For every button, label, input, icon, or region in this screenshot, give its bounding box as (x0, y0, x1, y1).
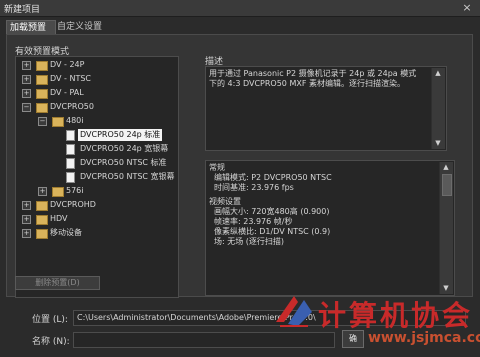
expand-icon[interactable]: + (22, 201, 31, 210)
scroll-up-icon[interactable]: ▲ (433, 69, 443, 78)
settings-summary-box: 常规 编辑模式: P2 DVCPRO50 NTSC 时间基准: 23.976 f… (205, 160, 455, 296)
preset-item[interactable]: DVCPRO50 24p 宽银幕 (66, 143, 176, 155)
location-label: 位置 (L): (32, 315, 68, 325)
preset-file-icon (66, 130, 75, 141)
expand-icon[interactable]: + (22, 89, 31, 98)
tree-item-dvpal[interactable]: + DV - PAL (22, 87, 162, 99)
timebase-text: 时间基准: 23.976 fps (214, 183, 294, 192)
preset-file-icon (66, 144, 75, 155)
collapse-icon[interactable]: − (22, 103, 31, 112)
tree-item-dvcpro50[interactable]: − DVCPRO50 (22, 101, 162, 113)
video-settings-heading: 视频设置 (209, 197, 241, 206)
folder-icon (36, 201, 48, 211)
preset-item[interactable]: DVCPRO50 NTSC 标准 (66, 157, 176, 169)
expand-icon[interactable]: + (22, 61, 31, 70)
watermark-text: 计算机协会 (318, 299, 474, 332)
frame-size-text: 画幅大小: 720宽480高 (0.900) (214, 207, 330, 216)
window-title: 新建项目 (4, 5, 41, 15)
tree-item-label: 移动设备 (50, 228, 82, 237)
tree-item-hdv[interactable]: + HDV (22, 213, 162, 225)
collapse-icon[interactable]: − (38, 117, 47, 126)
folder-icon (36, 103, 48, 113)
tree-item-label: DV - NTSC (50, 74, 91, 83)
folder-icon (36, 89, 48, 99)
folder-icon (52, 117, 64, 127)
tree-item-label: HDV (50, 214, 68, 223)
tree-item-label: DV - 24P (50, 60, 85, 69)
description-text: 用于通过 Panasonic P2 摄像机记录于 24p 或 24pa 模式下的… (209, 69, 417, 88)
preset-item-selected[interactable]: DVCPRO50 24p 标准 (66, 129, 176, 141)
preset-tree[interactable]: + DV - 24P + DV - NTSC + DV - PAL − DVCP… (15, 56, 179, 298)
tree-item-label: DVCPROHD (50, 200, 96, 209)
frame-rate-text: 帧速率: 23.976 帧/秒 (214, 217, 293, 226)
edit-mode-text: 编辑模式: P2 DVCPRO50 NTSC (214, 173, 332, 182)
folder-icon (36, 75, 48, 85)
tree-item-label: 576i (66, 186, 84, 195)
tree-item-label: DV - PAL (50, 88, 84, 97)
tree-item-576i[interactable]: + 576i (38, 185, 162, 197)
scroll-thumb[interactable] (442, 174, 452, 196)
tree-item-label: DVCPRO50 (50, 102, 94, 111)
title-bar: 新建项目 × (0, 0, 480, 17)
folder-icon (52, 187, 64, 197)
tree-item-dvcprohd[interactable]: + DVCPROHD (22, 199, 162, 211)
scroll-up-icon[interactable]: ▲ (441, 163, 451, 172)
description-scrollbar[interactable]: ▲ ▼ (431, 68, 445, 149)
folder-icon (36, 215, 48, 225)
expand-icon[interactable]: + (38, 187, 47, 196)
fields-text: 场: 无场 (逐行扫描) (214, 237, 285, 246)
general-heading: 常规 (209, 163, 225, 172)
preset-item[interactable]: DVCPRO50 NTSC 宽银幕 (66, 171, 176, 183)
summary-scrollbar[interactable]: ▲ ▼ (439, 162, 453, 294)
tree-item-480i[interactable]: − 480i (38, 115, 162, 127)
preset-label: DVCPRO50 24p 宽银幕 (80, 144, 169, 153)
close-icon[interactable]: × (460, 1, 474, 14)
preset-label: DVCPRO50 24p 标准 (78, 129, 163, 141)
tree-item-dv24p[interactable]: + DV - 24P (22, 59, 162, 71)
preset-file-icon (66, 172, 75, 183)
tree-item-label: 480i (66, 116, 84, 125)
pixel-aspect-text: 像素纵横比: D1/DV NTSC (0.9) (214, 227, 331, 236)
delete-preset-button[interactable]: 删除预置(D) (15, 276, 100, 290)
folder-icon (36, 229, 48, 239)
tab-custom-settings[interactable]: 自定义设置 (54, 20, 108, 34)
preset-label: DVCPRO50 NTSC 宽银幕 (80, 172, 175, 181)
expand-icon[interactable]: + (22, 229, 31, 238)
preset-label: DVCPRO50 NTSC 标准 (80, 158, 167, 167)
tree-item-mobile[interactable]: + 移动设备 (22, 227, 162, 239)
expand-icon[interactable]: + (22, 215, 31, 224)
watermark-url: www.jsjmca.com (368, 330, 480, 346)
tree-item-dvntsc[interactable]: + DV - NTSC (22, 73, 162, 85)
description-box: 用于通过 Panasonic P2 摄像机记录于 24p 或 24pa 模式下的… (205, 66, 447, 151)
scroll-down-icon[interactable]: ▼ (433, 139, 443, 148)
tab-load-preset[interactable]: 加载预置 (6, 20, 56, 35)
watermark-logo-icon (276, 296, 312, 327)
preset-file-icon (66, 158, 75, 169)
name-label: 名称 (N): (32, 337, 70, 347)
folder-icon (36, 61, 48, 71)
expand-icon[interactable]: + (22, 75, 31, 84)
watermark: 计算机协会 www.jsjmca.com (270, 290, 480, 354)
